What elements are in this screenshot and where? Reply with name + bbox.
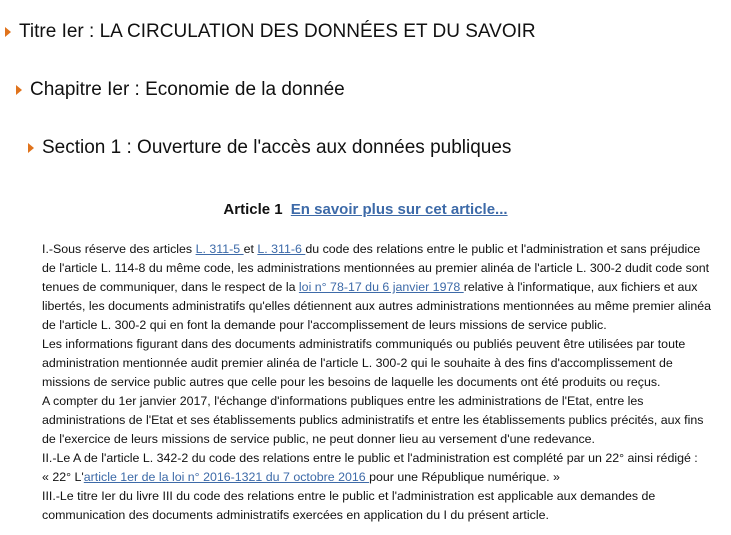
article-body: I.-Sous réserve des articles L. 311-5 et…	[42, 240, 714, 525]
link-l-311-6[interactable]: L. 311-6	[257, 242, 305, 256]
toc-chapitre[interactable]: Chapitre Ier : Economie de la donnée	[16, 79, 345, 101]
article-title: Article 1	[223, 201, 283, 218]
toc-titre-label[interactable]: Titre Ier : LA CIRCULATION DES DONNÉES E…	[19, 21, 536, 43]
article-paragraph-4: II.-Le A de l'article L. 342-2 du code d…	[42, 451, 698, 465]
article-more-link[interactable]: En savoir plus sur cet article...	[291, 201, 508, 218]
expand-arrow-icon[interactable]	[16, 85, 22, 95]
toc-section[interactable]: Section 1 : Ouverture de l'accès aux don…	[28, 137, 511, 159]
article-heading: Article 1 En savoir plus sur cet article…	[0, 201, 731, 219]
article-paragraph-3: A compter du 1er janvier 2017, l'échange…	[42, 394, 704, 446]
expand-arrow-icon[interactable]	[28, 143, 34, 153]
toc-section-label[interactable]: Section 1 : Ouverture de l'accès aux don…	[42, 137, 511, 159]
link-loi-78-17[interactable]: loi n° 78-17 du 6 janvier 1978	[299, 280, 464, 294]
link-l-311-5[interactable]: L. 311-5	[196, 242, 244, 256]
article-paragraph-5: « 22° L'article 1er de la loi n° 2016-13…	[42, 468, 714, 487]
paragraph-text: I.-Sous réserve des articles	[42, 242, 196, 256]
toc-titre[interactable]: Titre Ier : LA CIRCULATION DES DONNÉES E…	[5, 21, 536, 43]
link-loi-2016-1321[interactable]: article 1er de la loi n° 2016-1321 du 7 …	[84, 470, 369, 484]
article-paragraph-6: III.-Le titre Ier du livre III du code d…	[42, 489, 656, 522]
expand-arrow-icon[interactable]	[5, 27, 11, 37]
toc-chapitre-label[interactable]: Chapitre Ier : Economie de la donnée	[30, 79, 345, 101]
article-paragraph-2: Les informations figurant dans des docum…	[42, 337, 686, 389]
paragraph-text: et	[243, 242, 258, 256]
paragraph-text: « 22° L'	[42, 470, 84, 484]
article-paragraph-1: I.-Sous réserve des articles L. 311-5 et…	[42, 240, 714, 335]
paragraph-text: pour une République numérique. »	[369, 470, 560, 484]
